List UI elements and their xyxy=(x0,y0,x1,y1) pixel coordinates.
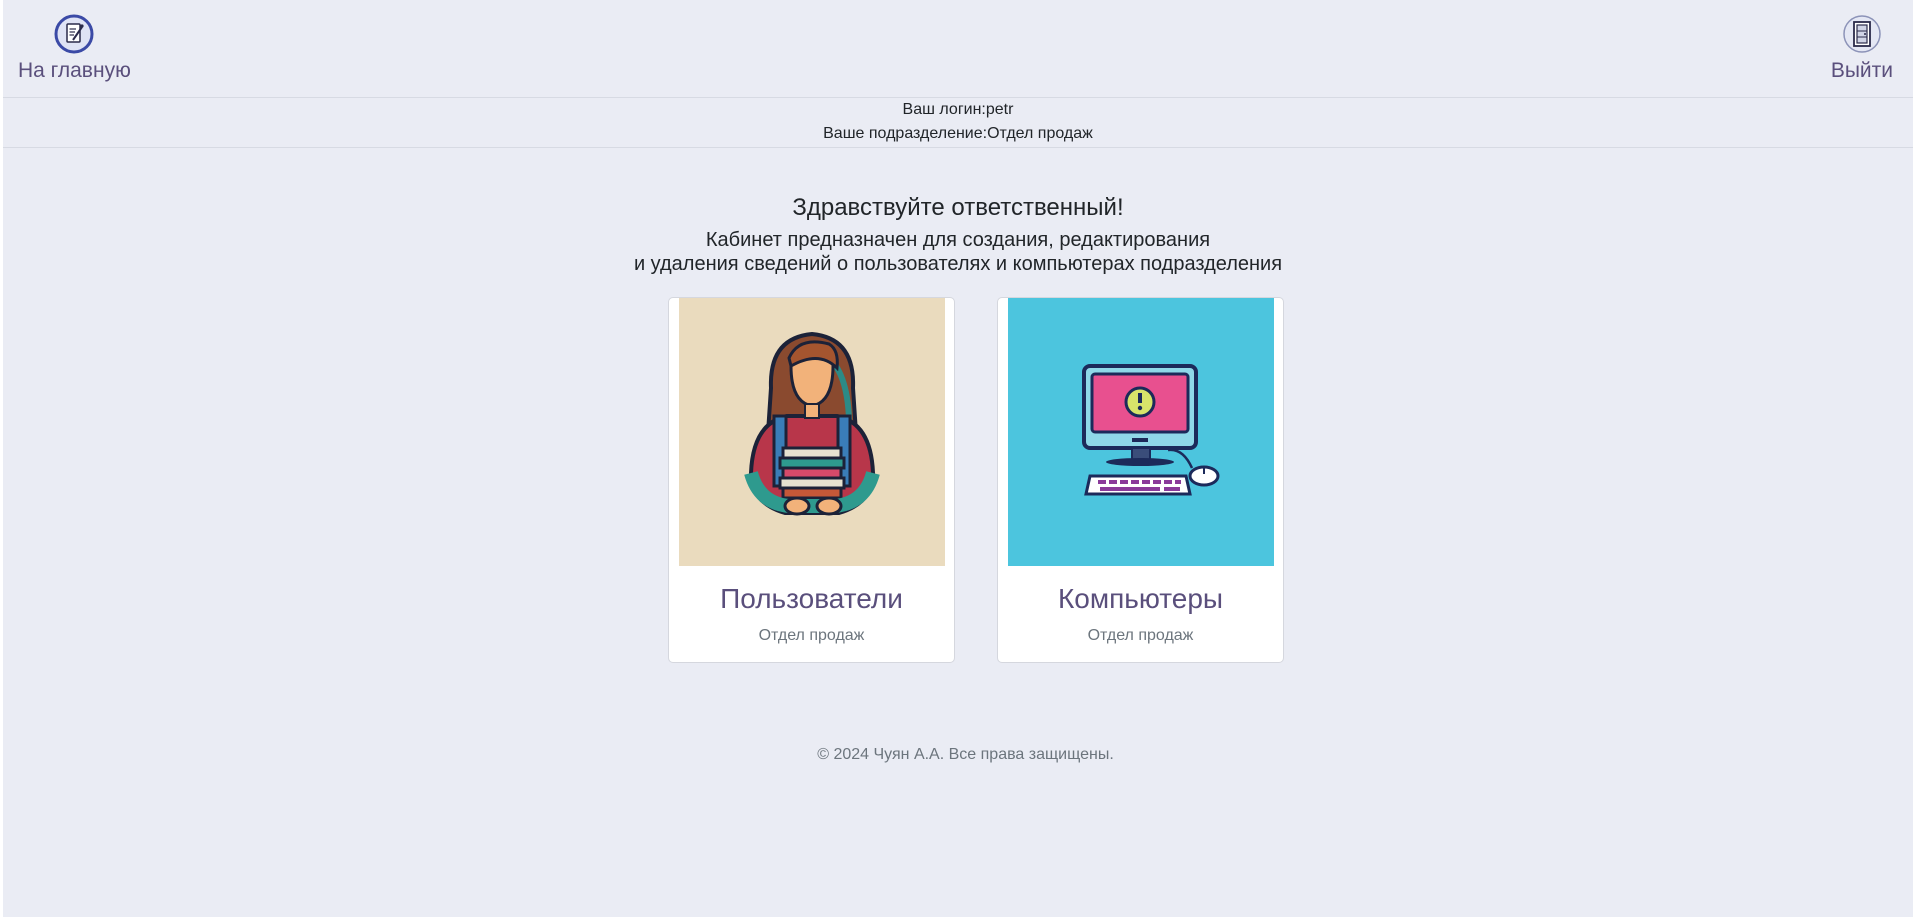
page-footer: © 2024 Чуян А.А. Все права защищены. xyxy=(3,746,1913,764)
description-line-2: и удаления сведений о пользователях и ко… xyxy=(633,253,1283,275)
computer-warning-illustration xyxy=(1008,298,1274,566)
logout-link-label: Выйти xyxy=(1830,59,1893,82)
user-with-books-illustration xyxy=(679,298,945,566)
department-info: Ваше подразделение:Отдел продаж xyxy=(3,126,1913,150)
computers-card[interactable]: Компьютеры Отдел продаж xyxy=(997,297,1284,663)
login-value: petr xyxy=(985,101,1014,118)
page-greeting: Здравствуйте ответственный! xyxy=(792,194,1124,221)
home-link[interactable]: На главную xyxy=(18,14,131,83)
home-link-label: На главную xyxy=(18,59,131,82)
users-card-title: Пользователи xyxy=(720,583,903,614)
login-info: Ваш логин:petr xyxy=(3,102,1913,126)
page-description: Кабинет предназначен для создания, редак… xyxy=(3,228,1913,276)
department-value: Отдел продаж xyxy=(987,125,1093,142)
users-card-subtitle: Отдел продаж xyxy=(758,627,865,644)
computers-card-title: Компьютеры xyxy=(1057,583,1224,614)
login-label: Ваш логин: xyxy=(902,101,986,118)
main-content: Здравствуйте ответственный! Кабинет пред… xyxy=(3,190,1913,276)
users-card[interactable]: Пользователи Отдел продаж xyxy=(668,297,955,663)
top-navbar: На главную Выйти xyxy=(3,0,1913,98)
document-edit-icon xyxy=(54,14,94,54)
copyright-text: © 2024 Чуян А.А. Все права защищены. xyxy=(817,746,1114,763)
description-line-1: Кабинет предназначен для создания, редак… xyxy=(705,229,1211,251)
cards-row: Пользователи Отдел продаж Компьютеры Отд… xyxy=(668,297,1284,663)
door-exit-icon xyxy=(1842,14,1882,54)
department-label: Ваше подразделение: xyxy=(823,125,988,142)
user-info-bar: Ваш логин:petr Ваше подразделение:Отдел … xyxy=(3,102,1913,148)
computers-card-subtitle: Отдел продаж xyxy=(1087,627,1194,644)
logout-link[interactable]: Выйти xyxy=(1831,14,1893,83)
